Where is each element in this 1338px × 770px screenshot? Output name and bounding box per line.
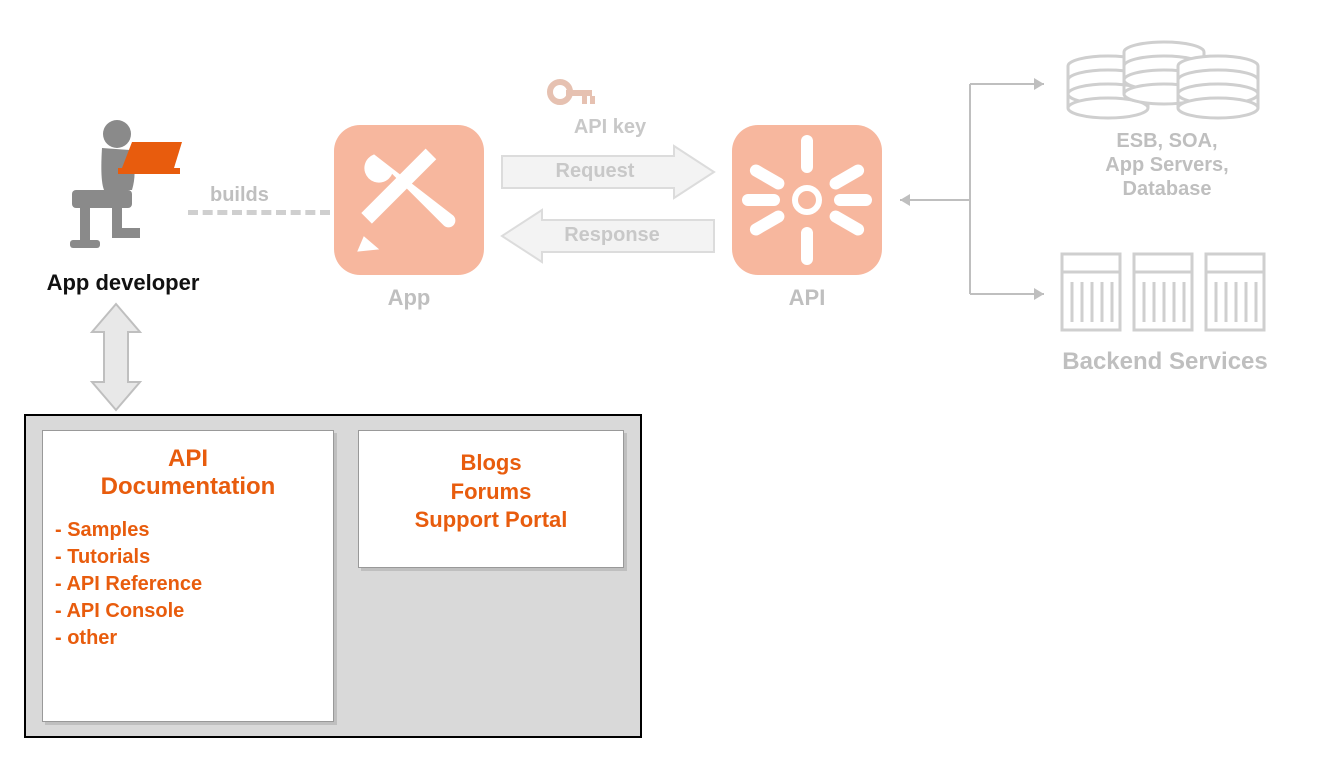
docs-item: - Samples bbox=[55, 517, 333, 544]
docs-title-2: Documentation bbox=[101, 473, 276, 500]
backend-db-line2: App Servers, bbox=[1072, 154, 1262, 177]
api-key-label: API key bbox=[545, 116, 675, 139]
database-icon bbox=[1062, 28, 1262, 128]
servers-icon bbox=[1058, 248, 1268, 344]
portal-container: API Documentation - Samples - Tutorials … bbox=[24, 414, 642, 738]
portal-docs-card: API Documentation - Samples - Tutorials … bbox=[42, 430, 334, 722]
tools-icon bbox=[334, 125, 484, 275]
request-label: Request bbox=[530, 160, 660, 183]
docs-list: - Samples - Tutorials - API Reference - … bbox=[43, 517, 333, 652]
docs-item: - other bbox=[55, 625, 333, 652]
community-line1: Blogs bbox=[460, 450, 521, 475]
backend-connectors bbox=[886, 60, 1066, 320]
app-tile bbox=[334, 125, 484, 275]
gear-icon bbox=[732, 125, 882, 275]
api-label: API bbox=[732, 285, 882, 311]
developer-portal-arrow bbox=[86, 302, 146, 412]
builds-label: builds bbox=[210, 184, 269, 207]
community-line2: Forums bbox=[451, 479, 532, 504]
developer-icon bbox=[62, 120, 182, 250]
community-line3: Support Portal bbox=[415, 507, 568, 532]
backend-title: Backend Services bbox=[1030, 348, 1300, 376]
backend-db-line3: Database bbox=[1072, 178, 1262, 201]
portal-community-card: Blogs Forums Support Portal bbox=[358, 430, 624, 568]
developer-label: App developer bbox=[28, 270, 218, 296]
builds-connector bbox=[188, 210, 330, 215]
docs-item: - API Console bbox=[55, 598, 333, 625]
docs-item: - API Reference bbox=[55, 571, 333, 598]
key-icon bbox=[546, 78, 596, 118]
docs-title-1: API bbox=[168, 445, 208, 472]
api-tile bbox=[732, 125, 882, 275]
app-label: App bbox=[334, 285, 484, 311]
response-label: Response bbox=[542, 224, 682, 247]
backend-db-line1: ESB, SOA, bbox=[1072, 130, 1262, 153]
docs-item: - Tutorials bbox=[55, 544, 333, 571]
